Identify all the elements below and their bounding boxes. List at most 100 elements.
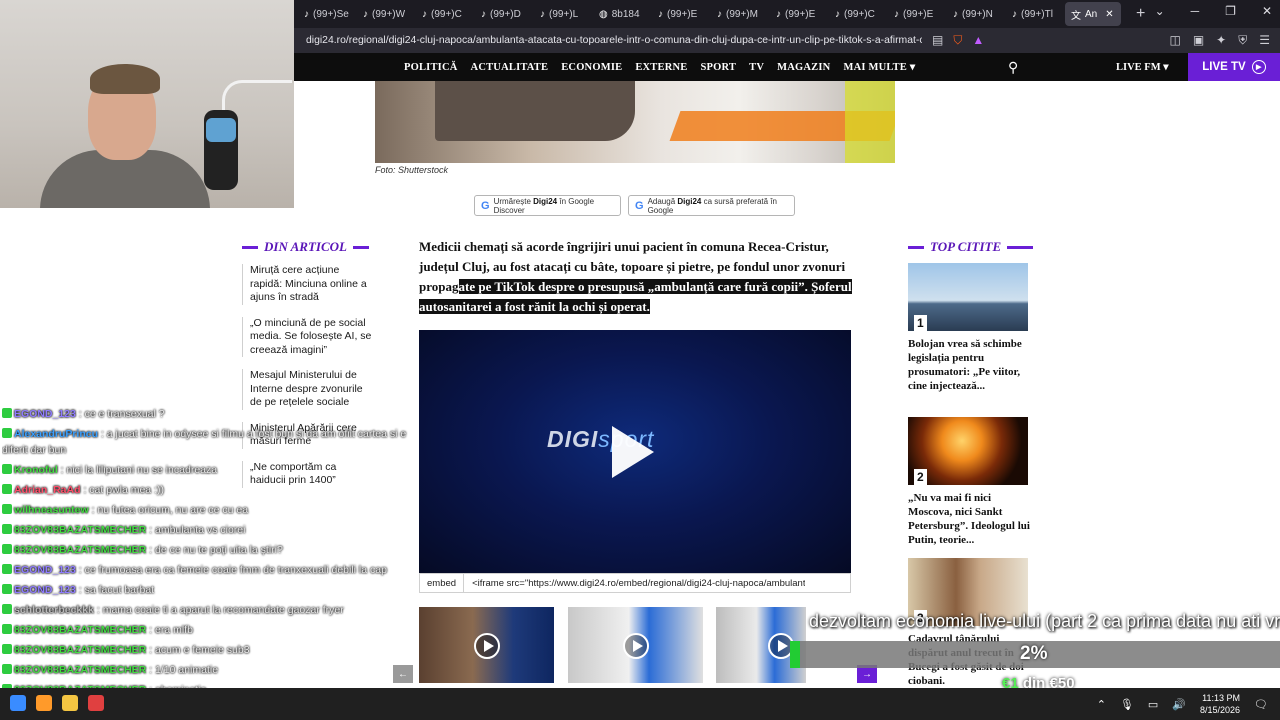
video-player[interactable]: DIGIsport — [419, 330, 851, 573]
chat-username: EGOND_123 — [14, 584, 76, 596]
browser-tab[interactable]: ♪ (99+)N — [947, 2, 1005, 26]
browser-tab[interactable]: ♪ (99+)Se — [298, 2, 356, 26]
reader-mode-icon[interactable]: ▤ — [932, 33, 943, 48]
tiktok-icon: ♪ — [540, 8, 545, 20]
nav-item[interactable]: ECONOMIE — [561, 62, 622, 73]
chat-username: EGOND_123 — [14, 564, 76, 576]
browser-tab[interactable]: ♪ (99+)C — [416, 2, 474, 26]
kick-badge-icon — [2, 664, 12, 674]
browser-tab[interactable]: ♪ (99+)E — [888, 2, 946, 26]
chat-username: 83ZOV83BAZATSMECHER — [14, 624, 147, 636]
tab-list-icon[interactable]: ⌄ — [1155, 4, 1165, 18]
clock[interactable]: 11:13 PM 8/15/2026 — [1200, 692, 1240, 716]
browser-tab[interactable]: ◍ 8b184 — [593, 2, 651, 26]
microphone-icon[interactable]: 🎙 — [1120, 698, 1134, 711]
rewards-icon[interactable]: ▲ — [972, 33, 984, 48]
display-icon[interactable]: ▭ — [1148, 698, 1158, 711]
new-tab-icon[interactable]: + — [1136, 5, 1145, 23]
tiktok-icon: ♪ — [1012, 8, 1017, 20]
goal-percent: 2% — [1020, 643, 1048, 664]
clock-time: 11:13 PM — [1202, 693, 1241, 703]
vpn-icon[interactable]: ⛨ — [1238, 33, 1247, 48]
folder-app-icon[interactable] — [62, 695, 78, 711]
browser-tab[interactable]: 文 An ✕ — [1065, 2, 1121, 26]
tab-label: (99+)C — [844, 8, 875, 20]
tab-label: (99+)Tl — [1021, 8, 1053, 20]
brave-shield-icon[interactable]: ⛉ — [953, 33, 962, 48]
browser-tab[interactable]: ♪ (99+)Tl — [1006, 2, 1064, 26]
chat-username: 83ZOV83BAZATSMECHER — [14, 644, 147, 656]
nav-item[interactable]: ACTUALITATE — [471, 62, 549, 73]
top-citite-item[interactable]: 1 Bolojan vrea să schimbe legislația pen… — [908, 263, 1030, 393]
menu-icon[interactable]: ☰ — [1259, 33, 1270, 48]
kick-badge-icon — [2, 584, 12, 594]
chat-message: 83ZOV83BAZATSMECHER : ambulanta vs ciore… — [2, 520, 412, 540]
google-discover-button[interactable]: G Urmărește Digi24 în Google Discover — [474, 195, 621, 216]
chat-message: EGOND_123 : ce e transexual ? — [2, 404, 412, 424]
site-navigation: POLITICĂ ACTUALITATE ECONOMIE EXTERNE SPORT T… — [294, 53, 1280, 81]
chat-text: : cat pwla mea :)) — [83, 484, 164, 496]
nav-item[interactable]: MAGAZIN — [777, 62, 830, 73]
windows-start-icon[interactable] — [10, 695, 26, 711]
close-window-icon[interactable]: ✕ — [1262, 4, 1272, 18]
browser-tab[interactable]: ♪ (99+)C — [829, 2, 887, 26]
tiktok-icon: ♪ — [776, 8, 781, 20]
sidebar-icon[interactable]: ◫ — [1169, 33, 1180, 48]
tab-label: 8b184 — [611, 8, 640, 20]
live-fm-menu[interactable]: LIVE FM ▾ — [1116, 61, 1169, 73]
browser-tab[interactable]: ♪ (99+)E — [652, 2, 710, 26]
embed-code-field[interactable]: <iframe src="https://www.digi24.ro/embed… — [464, 578, 805, 589]
browser-tab[interactable]: ♪ (99+)L — [534, 2, 592, 26]
globe-icon: ◍ — [599, 8, 608, 20]
rank-number: 1 — [914, 315, 927, 331]
browser-tab[interactable]: ♪ (99+)M — [711, 2, 769, 26]
tiktok-icon: ♪ — [363, 8, 368, 20]
din-articol-link[interactable]: „O minciună de pe social media. Se folos… — [242, 316, 372, 357]
ai-icon[interactable]: ✦ — [1216, 33, 1226, 48]
rank-number: 2 — [914, 469, 927, 485]
tab-label: An — [1085, 8, 1098, 20]
wallet-icon[interactable]: ▣ — [1193, 33, 1204, 48]
top-citite-heading: TOP CITITE — [908, 239, 1034, 255]
kick-badge-icon — [2, 524, 12, 534]
video-thumbnail[interactable] — [568, 607, 703, 683]
tab-label: (99+)W — [372, 8, 406, 20]
nav-item[interactable]: TV — [749, 62, 764, 73]
app-icon[interactable] — [88, 695, 104, 711]
chrome-app-icon[interactable] — [36, 695, 52, 711]
url-text[interactable]: digi24.ro/regional/digi24-cluj-napoca/am… — [294, 35, 922, 46]
chat-username: 83ZOV83BAZATSMECHER — [14, 664, 147, 676]
chat-message: 83ZOV83BAZATSMECHER : de ce nu te poți u… — [2, 540, 412, 560]
browser-tab[interactable]: ♪ (99+)D — [475, 2, 533, 26]
nav-item[interactable]: POLITICĂ — [404, 62, 458, 73]
live-tv-button[interactable]: LIVE TV ▶ — [1188, 53, 1280, 81]
nav-item[interactable]: EXTERNE — [635, 62, 687, 73]
close-tab-icon[interactable]: ✕ — [1105, 9, 1113, 20]
volume-icon[interactable]: 🔊 — [1172, 698, 1186, 711]
play-icon[interactable] — [612, 426, 654, 478]
din-articol-link[interactable]: Miruță cere acțiune rapidă: Minciuna onl… — [242, 264, 372, 305]
chat-text: : sa facut barbat — [78, 584, 155, 596]
top-article-title[interactable]: „Nu va mai fi nici Moscova, nici Sankt P… — [908, 491, 1030, 547]
browser-tab[interactable]: ♪ (99+)W — [357, 2, 415, 26]
top-citite-item[interactable]: 2 „Nu va mai fi nici Moscova, nici Sankt… — [908, 417, 1030, 547]
top-article-title[interactable]: Bolojan vrea să schimbe legislația pentr… — [908, 337, 1030, 393]
tiktok-icon: ♪ — [717, 8, 722, 20]
search-icon[interactable]: ⚲ — [1008, 59, 1018, 76]
article-thumbnail: 2 — [908, 417, 1028, 485]
restore-icon[interactable]: ❐ — [1225, 4, 1236, 18]
nav-item[interactable]: SPORT — [700, 62, 736, 73]
video-thumbnail[interactable] — [419, 607, 554, 683]
play-circle-icon: ▶ — [1251, 60, 1266, 74]
browser-tab[interactable]: ♪ (99+)E — [770, 2, 828, 26]
tray-chevron-icon[interactable]: ⌃ — [1097, 698, 1106, 711]
google-preferred-source-button[interactable]: G Adaugă Digi24 ca sursă preferată în Go… — [628, 195, 795, 216]
notifications-icon[interactable]: 🗨 — [1254, 698, 1268, 711]
kick-badge-icon — [2, 428, 12, 438]
minimize-icon[interactable]: ─ — [1191, 4, 1200, 18]
chat-username: schlotterbeckkk — [14, 604, 94, 616]
nav-item[interactable]: MAI MULTE ▾ — [843, 61, 915, 73]
kick-badge-icon — [2, 624, 12, 634]
tiktok-icon: ♪ — [658, 8, 663, 20]
chat-message: schlotterbeckkk : mama coaie ti a aparut… — [2, 600, 412, 620]
